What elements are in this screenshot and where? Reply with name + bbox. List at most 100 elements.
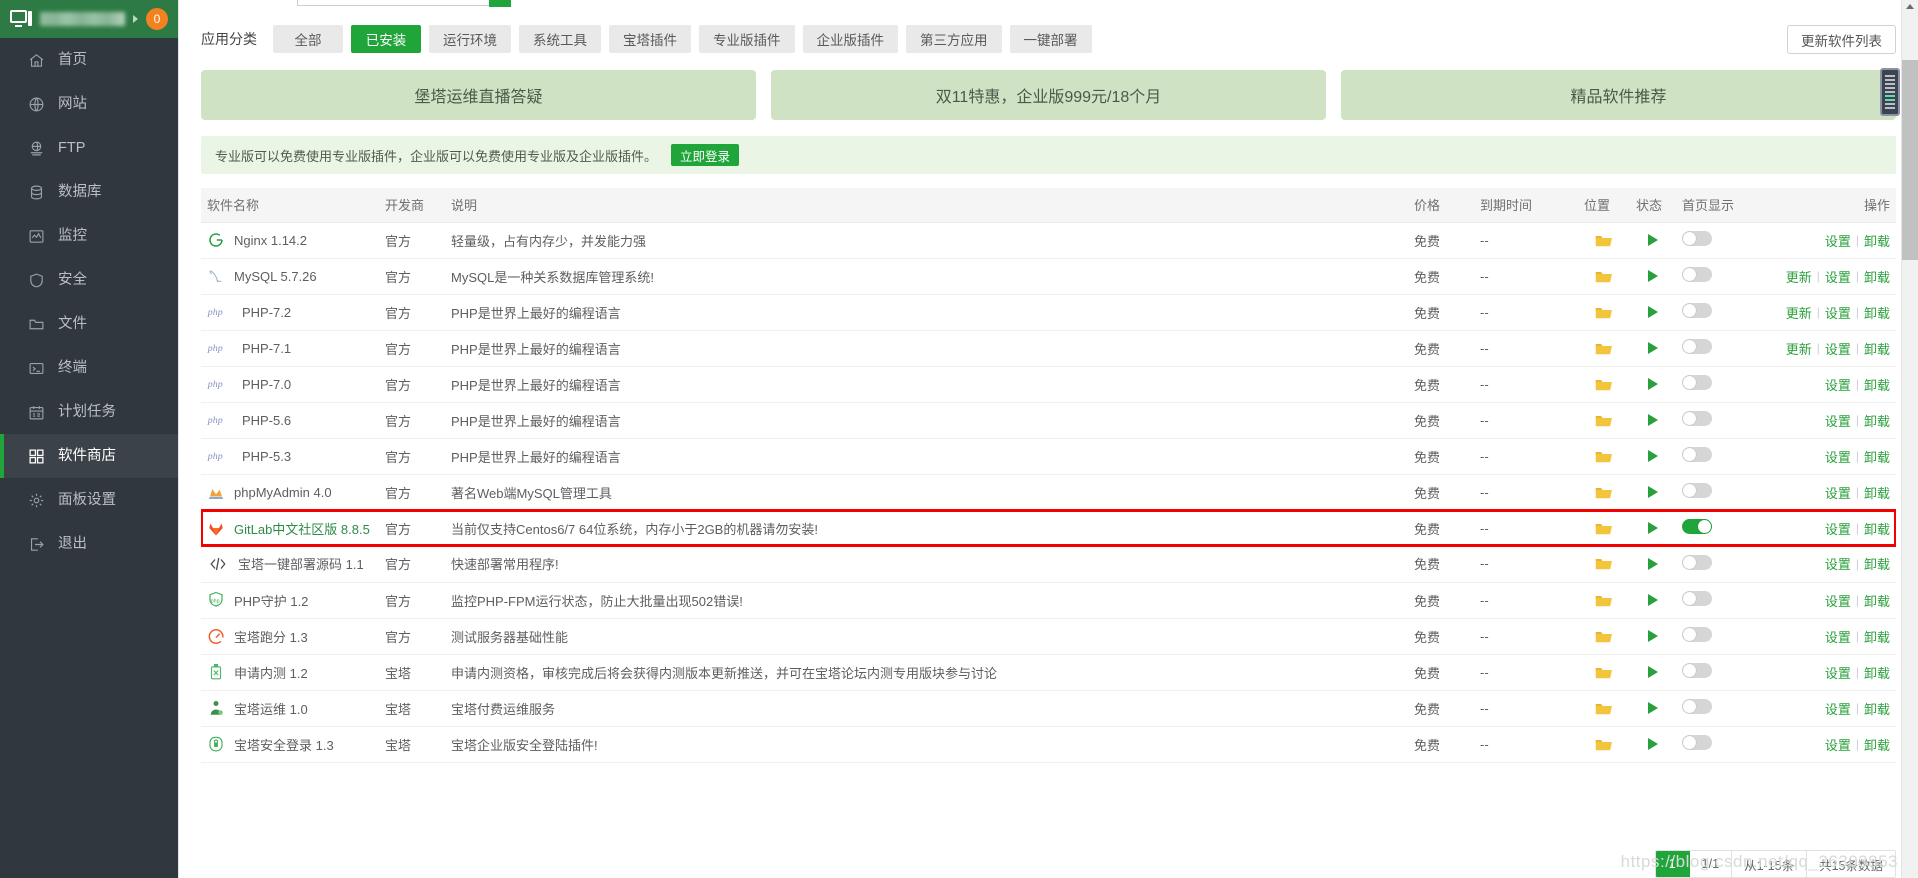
cell-location[interactable]: [1578, 690, 1630, 727]
action-uninstall[interactable]: 卸载: [1864, 303, 1890, 322]
folder-icon[interactable]: [1584, 665, 1624, 680]
action-settings[interactable]: 设置: [1825, 554, 1851, 573]
banner-featured-software[interactable]: 精品软件推荐: [1341, 70, 1896, 120]
play-icon[interactable]: [1648, 557, 1658, 570]
homepage-display-toggle[interactable]: [1682, 699, 1712, 714]
action-uninstall[interactable]: 卸载: [1864, 735, 1890, 754]
homepage-display-toggle[interactable]: [1682, 627, 1712, 642]
table-row[interactable]: 宝塔运维 1.0 宝塔 宝塔付费运维服务 免费 -- 设置 | 卸载: [201, 690, 1896, 727]
play-icon[interactable]: [1648, 486, 1658, 498]
sidebar-item-ftp[interactable]: FTP: [0, 126, 178, 170]
sidebar-item-cron[interactable]: 计划任务: [0, 390, 178, 434]
action-settings[interactable]: 设置: [1825, 411, 1851, 430]
cell-location[interactable]: [1578, 222, 1630, 259]
banner-live-qa[interactable]: 堡塔运维直播答疑: [201, 70, 756, 120]
table-row[interactable]: MySQL 5.7.26 官方 MySQL是一种关系数据库管理系统! 免费 -- 更新 | 设…: [201, 258, 1896, 295]
cell-location[interactable]: [1578, 546, 1630, 583]
folder-icon[interactable]: [1584, 377, 1624, 392]
table-row[interactable]: Nginx 1.14.2 官方 轻量级，占有内存少，并发能力强 免费 -- 设置 | 卸载: [201, 222, 1896, 259]
table-row[interactable]: 宝塔安全登录 1.3 宝塔 宝塔企业版安全登陆插件! 免费 -- 设置 | 卸载: [201, 726, 1896, 763]
action-uninstall[interactable]: 卸载: [1864, 699, 1890, 718]
play-icon[interactable]: [1648, 414, 1658, 426]
software-name[interactable]: phpMyAdmin 4.0: [234, 485, 332, 500]
homepage-display-toggle[interactable]: [1682, 411, 1712, 426]
filter-chip-third-party[interactable]: 第三方应用: [906, 25, 1002, 53]
cell-status[interactable]: [1630, 402, 1676, 439]
homepage-display-toggle[interactable]: [1682, 591, 1712, 606]
cell-status[interactable]: [1630, 510, 1676, 546]
play-icon[interactable]: [1648, 234, 1658, 246]
cell-location[interactable]: [1578, 654, 1630, 691]
cell-location[interactable]: [1578, 294, 1630, 331]
filter-chip-enterprise-plugins[interactable]: 企业版插件: [802, 25, 898, 53]
cell-status[interactable]: [1630, 654, 1676, 691]
cell-homepage-display[interactable]: [1676, 366, 1766, 403]
cell-status[interactable]: [1630, 366, 1676, 403]
filter-chip-pro-plugins[interactable]: 专业版插件: [699, 25, 795, 53]
cell-location[interactable]: [1578, 438, 1630, 475]
software-name[interactable]: 宝塔安全登录 1.3: [234, 735, 334, 754]
homepage-display-toggle[interactable]: [1682, 231, 1712, 246]
table-row[interactable]: php PHP-7.0 官方 PHP是世界上最好的编程语言 免费 -- 设置 | 卸载: [201, 366, 1896, 403]
cell-homepage-display[interactable]: [1676, 330, 1766, 367]
cell-homepage-display[interactable]: [1676, 474, 1766, 511]
action-settings[interactable]: 设置: [1825, 483, 1851, 502]
scrollbar-thumb[interactable]: [1902, 60, 1918, 260]
action-settings[interactable]: 设置: [1825, 735, 1851, 754]
software-name[interactable]: GitLab中文社区版 8.8.5: [234, 519, 370, 538]
homepage-display-toggle[interactable]: [1682, 519, 1712, 535]
play-icon[interactable]: [1648, 522, 1658, 535]
software-name[interactable]: PHP守护 1.2: [234, 591, 308, 610]
folder-icon[interactable]: [1584, 305, 1624, 320]
action-settings[interactable]: 设置: [1825, 627, 1851, 646]
homepage-display-toggle[interactable]: [1682, 339, 1712, 354]
folder-icon[interactable]: [1584, 629, 1624, 644]
cell-homepage-display[interactable]: [1676, 294, 1766, 331]
cell-status[interactable]: [1630, 546, 1676, 583]
action-uninstall[interactable]: 卸载: [1864, 591, 1890, 610]
play-icon[interactable]: [1648, 594, 1658, 606]
table-row[interactable]: php PHP-5.6 官方 PHP是世界上最好的编程语言 免费 -- 设置 | 卸载: [201, 402, 1896, 439]
play-icon[interactable]: [1648, 450, 1658, 462]
folder-icon[interactable]: [1584, 413, 1624, 428]
table-row[interactable]: php PHP-7.2 官方 PHP是世界上最好的编程语言 免费 -- 更新 | 设置 | 卸载: [201, 294, 1896, 331]
homepage-display-toggle[interactable]: [1682, 483, 1712, 498]
homepage-display-toggle[interactable]: [1682, 267, 1712, 282]
cell-location[interactable]: [1578, 582, 1630, 619]
action-uninstall[interactable]: 卸载: [1864, 554, 1890, 573]
folder-icon[interactable]: [1584, 485, 1624, 500]
sidebar-item-website[interactable]: 网站: [0, 82, 178, 126]
cell-homepage-display[interactable]: [1676, 726, 1766, 763]
folder-icon[interactable]: [1584, 737, 1624, 752]
cell-status[interactable]: [1630, 438, 1676, 475]
sidebar-item-database[interactable]: 数据库: [0, 170, 178, 214]
cell-homepage-display[interactable]: [1676, 546, 1766, 583]
action-update[interactable]: 更新: [1786, 339, 1812, 358]
cell-location[interactable]: [1578, 402, 1630, 439]
action-settings[interactable]: 设置: [1825, 303, 1851, 322]
page-scrollbar[interactable]: [1901, 0, 1918, 878]
action-update[interactable]: 更新: [1786, 267, 1812, 286]
software-name[interactable]: PHP-7.0: [242, 377, 291, 392]
homepage-display-toggle[interactable]: [1682, 735, 1712, 750]
action-uninstall[interactable]: 卸载: [1864, 627, 1890, 646]
cell-homepage-display[interactable]: [1676, 258, 1766, 295]
filter-chip-all[interactable]: 全部: [273, 25, 343, 53]
folder-icon[interactable]: [1584, 341, 1624, 356]
table-row[interactable]: php PHP-5.3 官方 PHP是世界上最好的编程语言 免费 -- 设置 | 卸载: [201, 438, 1896, 475]
cell-status[interactable]: [1630, 222, 1676, 259]
action-settings[interactable]: 设置: [1825, 591, 1851, 610]
sidebar-item-security[interactable]: 安全: [0, 258, 178, 302]
cell-location[interactable]: [1578, 258, 1630, 295]
software-name[interactable]: PHP-7.1: [242, 341, 291, 356]
cell-location[interactable]: [1578, 474, 1630, 511]
cell-homepage-display[interactable]: [1676, 510, 1766, 546]
cell-homepage-display[interactable]: [1676, 438, 1766, 475]
folder-icon[interactable]: [1584, 593, 1624, 608]
cell-homepage-display[interactable]: [1676, 690, 1766, 727]
software-name[interactable]: 申请内测 1.2: [234, 663, 308, 682]
cell-status[interactable]: [1630, 474, 1676, 511]
software-name[interactable]: 宝塔运维 1.0: [234, 699, 308, 718]
action-uninstall[interactable]: 卸载: [1864, 231, 1890, 250]
table-row[interactable]: php PHP-7.1 官方 PHP是世界上最好的编程语言 免费 -- 更新 | 设置 | 卸载: [201, 330, 1896, 367]
